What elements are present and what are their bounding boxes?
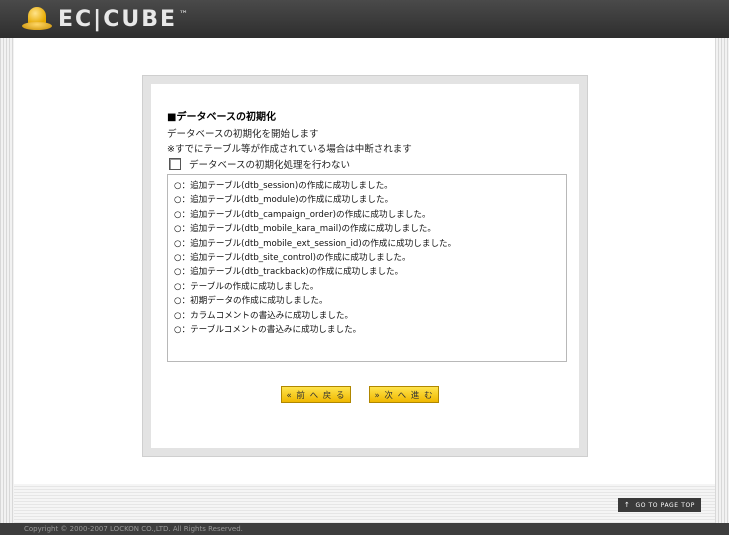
copyright: Copyright © 2000-2007 LOCKON CO.,LTD. Al… — [24, 525, 243, 533]
logo-text: EC|CUBE — [58, 6, 178, 32]
install-log[interactable]: ○：追加テーブル(dtb_session)の作成に成功しました。 ○：追加テーブル… — [167, 174, 567, 362]
log-line: ○：追加テーブル(dtb_mobile_kara_mail)の作成に成功しました… — [174, 224, 436, 235]
logo-trademark: ™ — [179, 10, 189, 20]
section-title: ■データベースの初期化 — [167, 112, 276, 123]
log-line: ○：テーブルコメントの書込みに成功しました。 — [174, 324, 362, 335]
right-border — [715, 38, 729, 523]
log-line: ○：追加テーブル(dtb_campaign_order)の作成に成功しました。 — [174, 209, 431, 220]
nav-buttons: « 前 へ 戻 る » 次 へ 進 む — [281, 386, 439, 403]
next-button[interactable]: » 次 へ 進 む — [369, 386, 439, 403]
left-border — [0, 38, 14, 523]
skip-init-label[interactable]: データベースの初期化処理を行わない — [189, 157, 350, 171]
log-line: ○：追加テーブル(dtb_module)の作成に成功しました。 — [174, 195, 394, 206]
skip-init-checkbox[interactable] — [169, 158, 181, 170]
log-line: ○：テーブルの作成に成功しました。 — [174, 281, 319, 292]
back-button[interactable]: « 前 へ 戻 る — [281, 386, 351, 403]
arrow-up-icon: ↑ — [623, 501, 631, 509]
install-log-list: ○：追加テーブル(dtb_session)の作成に成功しました。 ○：追加テーブル… — [174, 179, 456, 337]
install-panel: ■データベースの初期化 データベースの初期化を開始します ※すでにテーブル等が作… — [142, 75, 588, 457]
footer-band — [14, 484, 715, 523]
log-line: ○：初期データの作成に成功しました。 — [174, 296, 328, 307]
hat-logo-icon — [22, 6, 52, 32]
page-top-label: GO TO PAGE TOP — [635, 501, 696, 509]
install-panel-content: ■データベースの初期化 データベースの初期化を開始します ※すでにテーブル等が作… — [151, 84, 579, 448]
header-bar: EC|CUBE ™ — [0, 0, 729, 38]
description-start: データベースの初期化を開始します — [167, 129, 319, 140]
bottom-bar: Copyright © 2000-2007 LOCKON CO.,LTD. Al… — [0, 523, 729, 535]
log-line: ○：カラムコメントの書込みに成功しました。 — [174, 310, 354, 321]
log-line: ○：追加テーブル(dtb_trackback)の作成に成功しました。 — [174, 267, 404, 278]
description-warning: ※すでにテーブル等が作成されている場合は中断されます — [167, 144, 412, 155]
log-line: ○：追加テーブル(dtb_mobile_ext_session_id)の作成に成… — [174, 238, 457, 249]
log-line: ○：追加テーブル(dtb_site_control)の作成に成功しました。 — [174, 252, 411, 263]
logo: EC|CUBE ™ — [22, 6, 188, 32]
skip-init-option: データベースの初期化処理を行わない — [169, 157, 350, 171]
go-to-page-top-button[interactable]: ↑ GO TO PAGE TOP — [618, 498, 701, 512]
log-line: ○：追加テーブル(dtb_session)の作成に成功しました。 — [174, 181, 393, 191]
